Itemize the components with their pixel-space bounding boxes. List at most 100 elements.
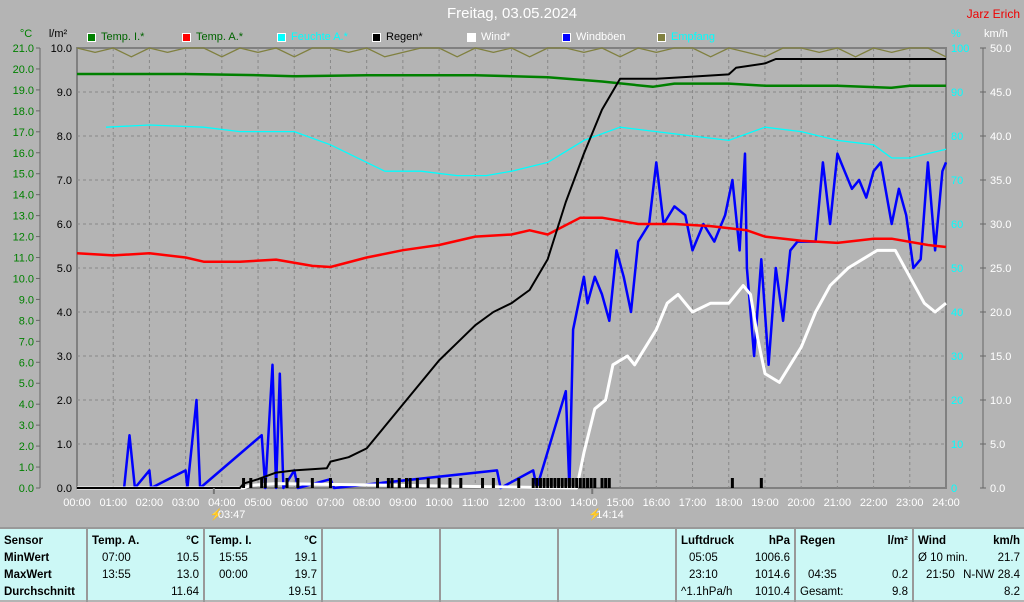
rain-axis-tick: 7.0	[57, 175, 72, 187]
rain-event-bar	[549, 478, 553, 488]
humidity-axis-tick: 0	[951, 483, 957, 495]
pressure-header: Luftdruck	[681, 534, 735, 547]
temp-i-column: Temp. I. °C 15:55 19.1 00:00 19.7 19.51	[205, 529, 323, 602]
x-tick-label: 14:00	[570, 497, 598, 509]
empty-column	[441, 529, 559, 602]
rain-event-bar	[575, 478, 579, 488]
rain-event-bar	[542, 478, 546, 488]
empty-column	[323, 529, 441, 602]
x-tick-label: 20:00	[787, 497, 815, 509]
rain-total-label: Gesamt:	[800, 585, 844, 598]
temp-axis-tick: 13.0	[13, 211, 34, 223]
rain-event-bar	[242, 478, 246, 488]
temp-axis-tick: 0.0	[19, 483, 34, 495]
x-tick-label: 13:00	[534, 497, 562, 509]
temp-axis-tick: 8.0	[19, 315, 34, 327]
temp-axis-tick: 1.0	[19, 462, 34, 474]
wind-axis-tick: 50.0	[990, 43, 1011, 55]
rain-event-bar	[415, 478, 419, 488]
rain-event-bar	[437, 478, 441, 488]
temp-axis-tick: 6.0	[19, 357, 34, 369]
temp-i-max-time: 00:00	[219, 568, 248, 581]
rain-axis-tick: 9.0	[57, 87, 72, 99]
x-tick-label: 01:00	[99, 497, 127, 509]
x-tick-label: 16:00	[643, 497, 671, 509]
rain-event-bar	[604, 478, 608, 488]
rain-event-bar	[593, 478, 597, 488]
humidity-axis-tick: 30	[951, 351, 963, 363]
rain-event-bar	[408, 478, 412, 488]
wind-axis-tick: 40.0	[990, 131, 1011, 143]
rain-event-bar	[759, 478, 763, 488]
humidity-axis-tick: 90	[951, 87, 963, 99]
rain-event-bar	[571, 478, 575, 488]
temp-a-header: Temp. A.	[92, 534, 140, 547]
pressure-min: 1006.6	[754, 551, 790, 564]
rain-event-bar	[607, 478, 611, 488]
rain-event-bar	[397, 478, 401, 488]
x-tick-label: 07:00	[317, 497, 345, 509]
rain-event-bar	[404, 478, 408, 488]
rain-axis-tick: 0.0	[57, 483, 72, 495]
wind-axis-tick: 0.0	[990, 483, 1005, 495]
rain-axis-tick: 3.0	[57, 351, 72, 363]
x-tick-label: 06:00	[280, 497, 308, 509]
humidity-unit: %	[951, 28, 961, 40]
x-tick-label: 22:00	[860, 497, 888, 509]
rain-event-bar	[310, 478, 314, 488]
temp-axis-tick: 2.0	[19, 441, 34, 453]
humidity-axis-tick: 80	[951, 131, 963, 143]
rain-event-bar	[567, 478, 571, 488]
x-tick-label: 24:00	[932, 497, 960, 509]
sensor-column: Sensor MinWert MaxWert Durchschnitt	[0, 529, 88, 602]
rain-max-time: 04:35	[808, 568, 837, 581]
rain-axis-tick: 4.0	[57, 307, 72, 319]
rain-event-bar	[426, 478, 430, 488]
temp-axis-tick: 7.0	[19, 336, 34, 348]
temp-axis-tick: 21.0	[13, 43, 34, 55]
temp-a-max-time: 13:55	[102, 568, 131, 581]
x-tick-label: 10:00	[425, 497, 453, 509]
temp-i-unit: °C	[304, 534, 317, 547]
temp-axis-tick: 4.0	[19, 399, 34, 411]
temp-i-max: 19.7	[294, 568, 317, 581]
rain-axis-tick: 8.0	[57, 131, 72, 143]
wind-axis-tick: 15.0	[990, 351, 1011, 363]
x-tick-label: 18:00	[715, 497, 743, 509]
marker-label: 03:47	[218, 509, 246, 521]
x-tick-label: 17:00	[679, 497, 707, 509]
empty-column	[559, 529, 677, 602]
rain-event-bar	[582, 478, 586, 488]
rain-axis-tick: 6.0	[57, 219, 72, 231]
x-tick-label: 12:00	[498, 497, 526, 509]
wind-mean: 8.2	[1004, 585, 1020, 598]
rain-event-bar	[459, 478, 463, 488]
wind-axis-tick: 5.0	[990, 439, 1005, 451]
x-tick-label: 19:00	[751, 497, 779, 509]
rain-event-bar	[560, 478, 564, 488]
wind-axis-tick: 10.0	[990, 395, 1011, 407]
temp-axis-tick: 12.0	[13, 232, 34, 244]
rain-event-bar	[448, 478, 452, 488]
rain-event-bar	[589, 478, 593, 488]
rain-event-bar	[390, 478, 394, 488]
temp-axis-tick: 16.0	[13, 148, 34, 160]
rain-event-bar	[296, 478, 300, 488]
rain-unit: l/m²	[49, 28, 68, 40]
temp-axis-tick: 10.0	[13, 273, 34, 285]
x-tick-label: 02:00	[136, 497, 164, 509]
wind-axis-tick: 30.0	[990, 219, 1011, 231]
humidity-axis-tick: 60	[951, 219, 963, 231]
pressure-min-time: 05:05	[689, 551, 718, 564]
rain-event-bar	[260, 478, 264, 488]
pressure-column: Luftdruck hPa 05:05 1006.6 23:10 1014.6 ^1.…	[677, 529, 796, 602]
pressure-avg: 1010.4	[754, 585, 790, 598]
humidity-axis-tick: 40	[951, 307, 963, 319]
rain-event-bar	[546, 478, 550, 488]
rain-header: Regen	[800, 534, 836, 547]
rain-event-bar	[285, 478, 289, 488]
temp-axis-tick: 15.0	[13, 169, 34, 181]
wind-axis-tick: 45.0	[990, 87, 1011, 99]
temp-axis-tick: 3.0	[19, 420, 34, 432]
summary-panel: Sensor MinWert MaxWert Durchschnitt Temp…	[0, 527, 1024, 602]
